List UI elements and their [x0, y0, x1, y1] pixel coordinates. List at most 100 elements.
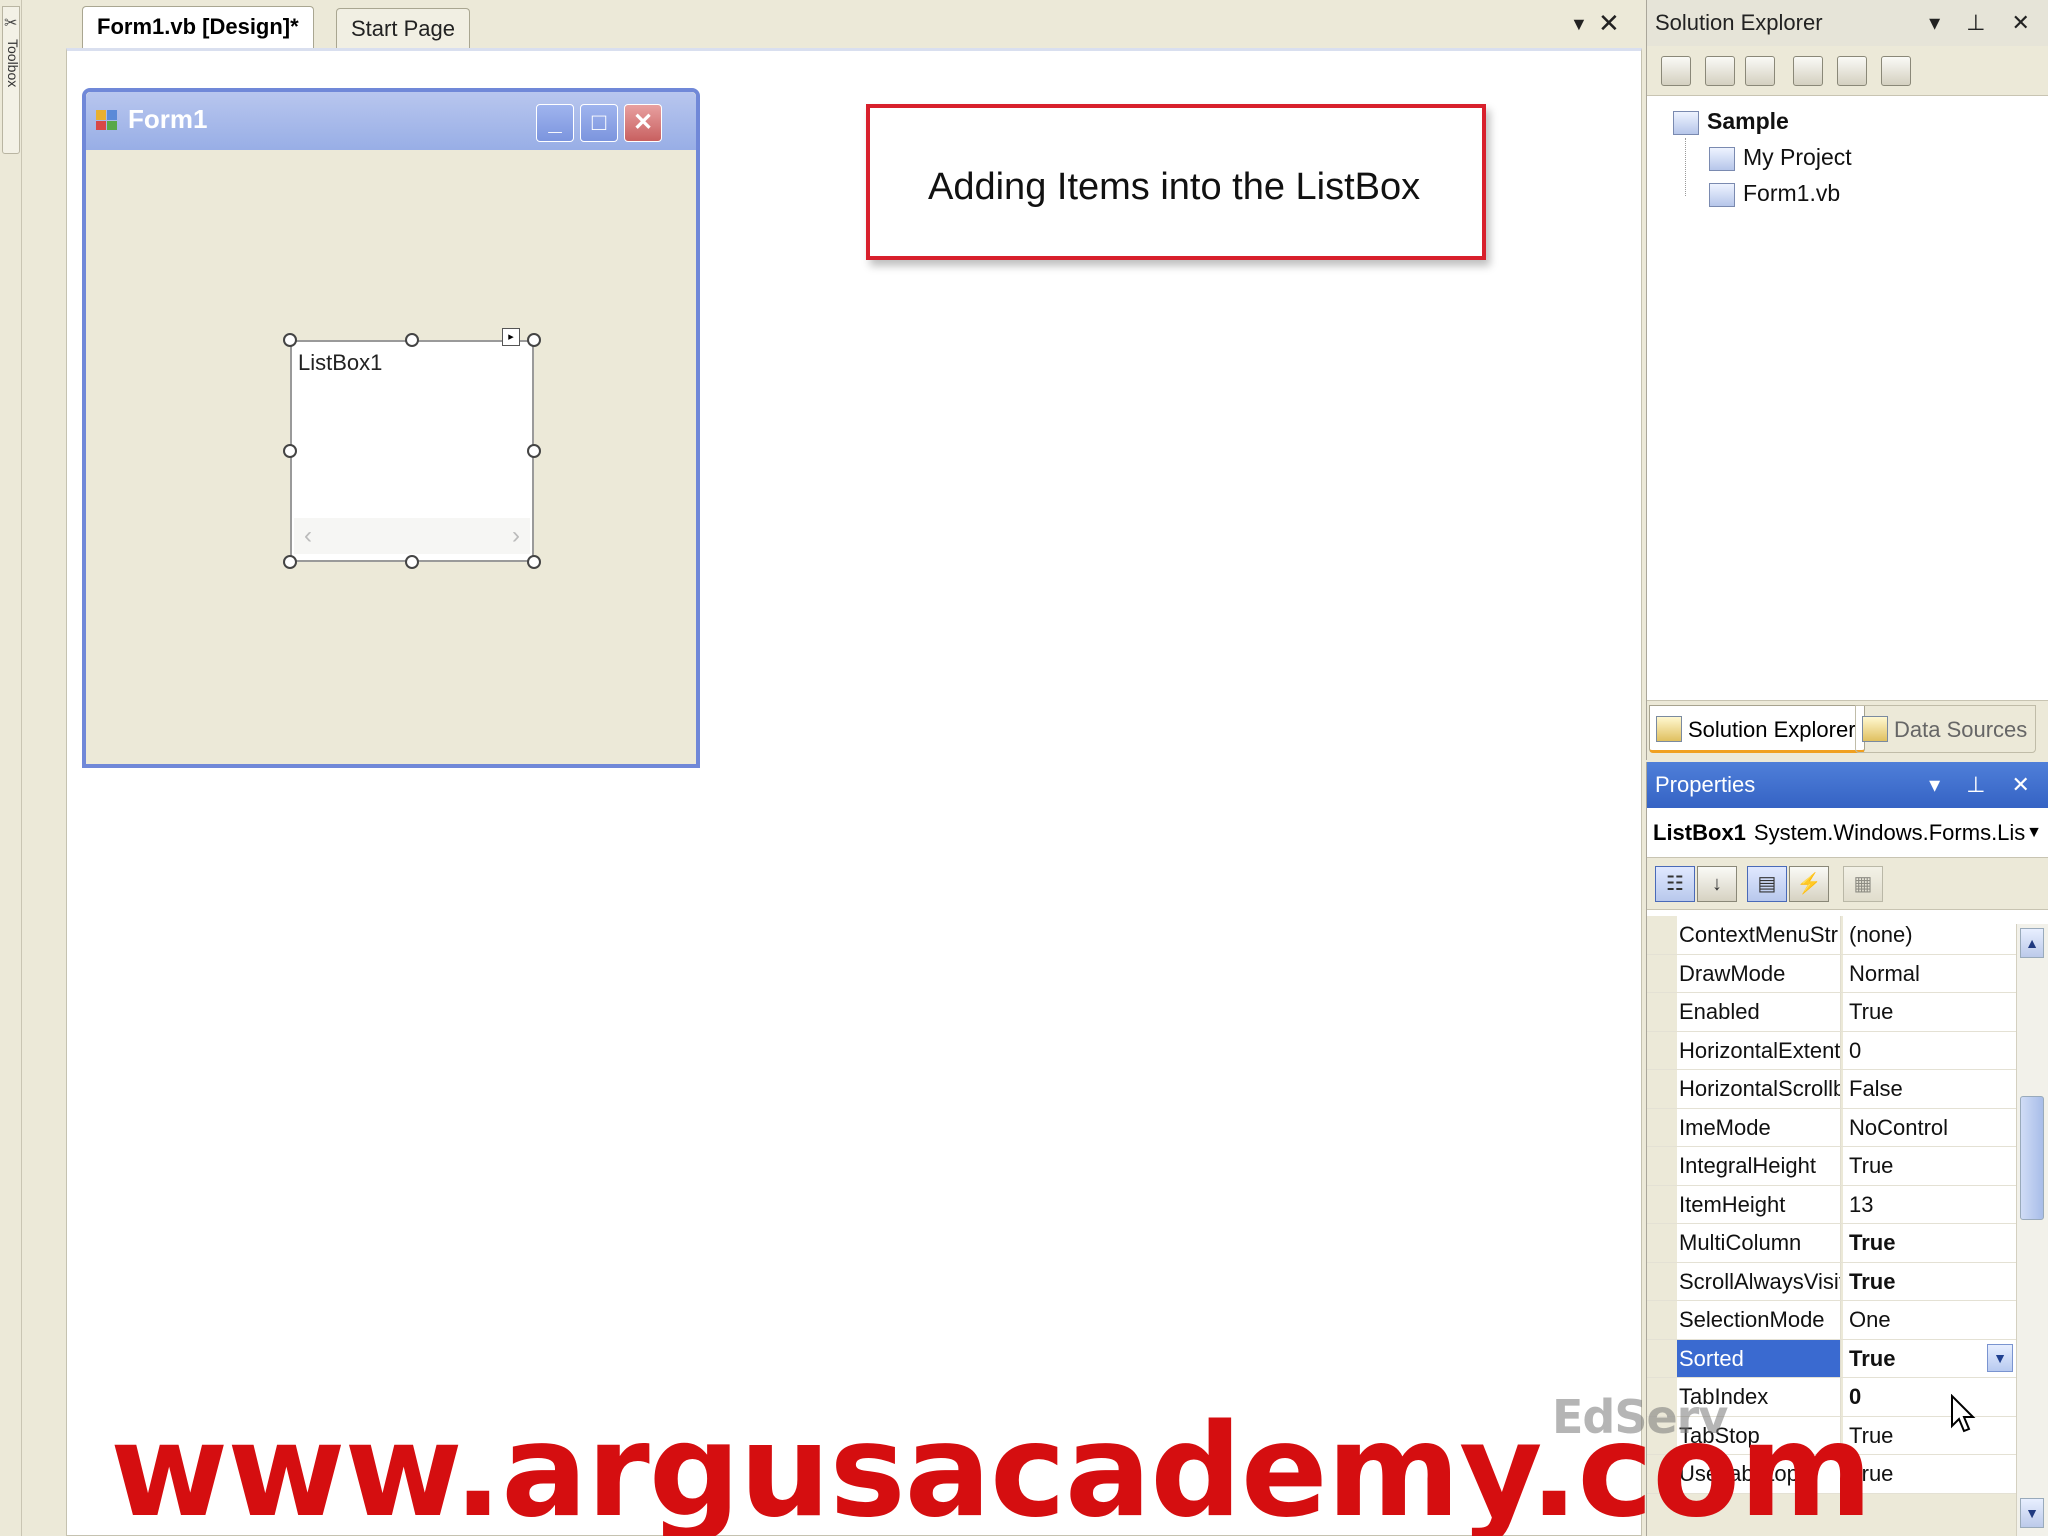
property-name: ItemHeight	[1677, 1185, 1841, 1223]
property-row[interactable]: ImeMode NoControl	[1647, 1108, 2017, 1147]
property-row[interactable]: HorizontalScrollb False	[1647, 1070, 2017, 1109]
tab-list-dropdown-icon[interactable]: ▼	[1570, 14, 1588, 35]
solution-explorer-tabs: Solution Explorer Data Sources	[1647, 700, 2048, 760]
property-row[interactable]: ScrollAlwaysVisit True	[1647, 1262, 2017, 1301]
properties-title: Properties	[1655, 772, 1756, 797]
resize-handle[interactable]	[283, 333, 297, 347]
property-value[interactable]: Normal	[1843, 954, 2017, 992]
property-row[interactable]: Enabled True	[1647, 993, 2017, 1032]
alphabetical-icon[interactable]: ↓	[1697, 866, 1737, 902]
solution-tree: Sample My Project Form1.vb	[1647, 96, 2048, 696]
property-value[interactable]: True	[1843, 1224, 2017, 1262]
properties-view-icon[interactable]: ▤	[1747, 866, 1787, 902]
object-selector[interactable]: ListBox1 System.Windows.Forms.Lis ▼	[1647, 808, 2048, 858]
maximize-icon[interactable]: □	[580, 104, 618, 142]
listbox-horizontal-scrollbar[interactable]: ‹ ›	[294, 518, 530, 554]
property-name: ImeMode	[1677, 1108, 1841, 1146]
class-view-icon[interactable]	[1881, 56, 1911, 86]
tab-solution-explorer[interactable]: Solution Explorer	[1649, 705, 1865, 753]
solution-explorer-title: Solution Explorer	[1655, 10, 1823, 35]
properties-header: Properties ▾ ⊥ ✕	[1647, 762, 2048, 808]
scroll-up-icon[interactable]: ▲	[2020, 928, 2044, 958]
tree-item-form1-vb[interactable]: Form1.vb	[1709, 180, 1840, 207]
view-designer-icon[interactable]	[1837, 56, 1867, 86]
property-row[interactable]: IntegralHeight True	[1647, 1147, 2017, 1186]
caption-text: Adding Items into the ListBox	[928, 166, 1421, 208]
solution-icon	[1673, 110, 1699, 135]
property-row[interactable]: ItemHeight 13	[1647, 1185, 2017, 1224]
panel-window-controls[interactable]: ▾ ⊥ ✕	[1929, 0, 2040, 46]
solution-explorer-toolbar	[1647, 46, 2048, 96]
property-row-selected[interactable]: Sorted True ▼	[1647, 1339, 2017, 1378]
resize-handle[interactable]	[283, 555, 297, 569]
property-row[interactable]: MultiColumn True	[1647, 1224, 2017, 1263]
project-icon	[1709, 146, 1735, 171]
panel-window-controls[interactable]: ▾ ⊥ ✕	[1929, 762, 2040, 808]
form-icon	[96, 110, 118, 130]
properties-scrollbar[interactable]: ▲ ▼	[2016, 924, 2048, 1536]
form1-titlebar[interactable]: Form1 _ □ ✕	[86, 92, 696, 150]
show-all-files-icon[interactable]	[1705, 56, 1735, 86]
smart-tag-icon[interactable]: ▸	[502, 328, 520, 346]
property-row[interactable]: SelectionMode One	[1647, 1301, 2017, 1340]
scroll-right-icon[interactable]: ›	[512, 522, 520, 550]
toolbox-strip: ✂ Toolbox	[0, 0, 22, 1536]
property-name: Sorted	[1677, 1339, 1841, 1377]
tab-data-sources[interactable]: Data Sources	[1855, 705, 2037, 753]
property-name: IntegralHeight	[1677, 1147, 1841, 1185]
resize-handle[interactable]	[527, 333, 541, 347]
listbox1-control[interactable]: ListBox1 ‹ ›	[290, 340, 534, 562]
property-value[interactable]: True	[1843, 1262, 2017, 1300]
property-value[interactable]: 13	[1843, 1185, 2017, 1223]
property-value[interactable]: One	[1843, 1301, 2017, 1339]
property-value[interactable]: NoControl	[1843, 1108, 2017, 1146]
toolbox-icon: ✂	[4, 15, 18, 32]
minimize-icon[interactable]: _	[536, 104, 574, 142]
property-name: HorizontalScrollb	[1677, 1070, 1841, 1108]
object-type: System.Windows.Forms.Lis	[1753, 820, 2026, 845]
scroll-down-icon[interactable]: ▼	[2020, 1498, 2044, 1528]
resize-handle[interactable]	[283, 444, 297, 458]
scroll-thumb[interactable]	[2020, 1096, 2044, 1220]
property-row[interactable]: HorizontalExtent 0	[1647, 1031, 2017, 1070]
refresh-icon[interactable]	[1745, 56, 1775, 86]
close-document-icon[interactable]: ✕	[1598, 8, 1620, 39]
chevron-down-icon[interactable]: ▼	[1987, 1343, 2013, 1372]
property-value[interactable]: 0	[1843, 1031, 2017, 1069]
object-name: ListBox1	[1653, 820, 1746, 845]
property-value[interactable]: True	[1843, 1147, 2017, 1185]
categorized-icon[interactable]: ☷	[1655, 866, 1695, 902]
tab-start-page[interactable]: Start Page	[336, 8, 470, 48]
property-name: MultiColumn	[1677, 1224, 1841, 1262]
tree-item-my-project[interactable]: My Project	[1709, 144, 1852, 171]
property-row[interactable]: DrawMode Normal	[1647, 954, 2017, 993]
scroll-left-icon[interactable]: ‹	[304, 522, 312, 550]
resize-handle[interactable]	[527, 555, 541, 569]
resize-handle[interactable]	[405, 333, 419, 347]
properties-icon[interactable]	[1661, 56, 1691, 86]
property-value[interactable]: False	[1843, 1070, 2017, 1108]
toolbox-tab[interactable]: ✂ Toolbox	[2, 6, 21, 154]
form-file-icon	[1709, 182, 1735, 207]
property-name: ContextMenuStr	[1677, 916, 1841, 954]
property-value[interactable]: True	[1843, 993, 2017, 1031]
property-value[interactable]: (none)	[1843, 916, 2017, 954]
form1-title: Form1	[128, 104, 208, 134]
caption-callout: Adding Items into the ListBox	[866, 104, 1486, 260]
solution-explorer-header: Solution Explorer ▾ ⊥ ✕	[1647, 0, 2048, 46]
resize-handle[interactable]	[405, 555, 419, 569]
property-name: HorizontalExtent	[1677, 1031, 1841, 1069]
property-row[interactable]: ContextMenuStr (none)	[1647, 916, 2017, 955]
data-sources-icon	[1862, 716, 1888, 742]
property-name: DrawMode	[1677, 954, 1841, 992]
tab-form1-design[interactable]: Form1.vb [Design]*	[82, 6, 314, 48]
property-pages-icon[interactable]: ▦	[1843, 866, 1883, 902]
view-code-icon[interactable]	[1793, 56, 1823, 86]
properties-toolbar: ☷ ↓ ▤ ⚡ ▦	[1647, 858, 2048, 910]
close-icon[interactable]: ✕	[624, 104, 662, 142]
chevron-down-icon[interactable]: ▼	[2026, 808, 2042, 857]
tree-item-sample[interactable]: Sample	[1673, 108, 1789, 135]
events-icon[interactable]: ⚡	[1789, 866, 1829, 902]
solution-explorer-panel: Solution Explorer ▾ ⊥ ✕ Sample My Projec…	[1646, 0, 2048, 760]
resize-handle[interactable]	[527, 444, 541, 458]
